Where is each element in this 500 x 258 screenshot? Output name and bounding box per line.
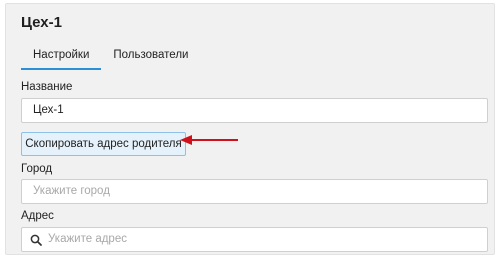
name-field[interactable]: Цех-1 <box>21 98 488 123</box>
arrow-left-icon <box>180 135 238 145</box>
city-label: Город <box>21 163 53 175</box>
tab-settings[interactable]: Настройки <box>21 40 102 70</box>
city-field[interactable]: Укажите город <box>21 179 488 204</box>
name-label: Название <box>21 81 73 93</box>
tab-bar: Настройки Пользователи <box>21 40 200 70</box>
address-field[interactable]: Укажите адрес <box>21 227 488 252</box>
settings-panel: Цех-1 Настройки Пользователи Название Це… <box>5 3 495 255</box>
tab-users[interactable]: Пользователи <box>101 40 200 70</box>
page-title: Цех-1 <box>21 14 62 31</box>
address-label: Адрес <box>21 210 54 222</box>
address-placeholder: Укажите адрес <box>48 233 127 245</box>
search-icon <box>30 234 42 246</box>
copy-parent-address-button[interactable]: Скопировать адрес родителя <box>21 132 186 156</box>
